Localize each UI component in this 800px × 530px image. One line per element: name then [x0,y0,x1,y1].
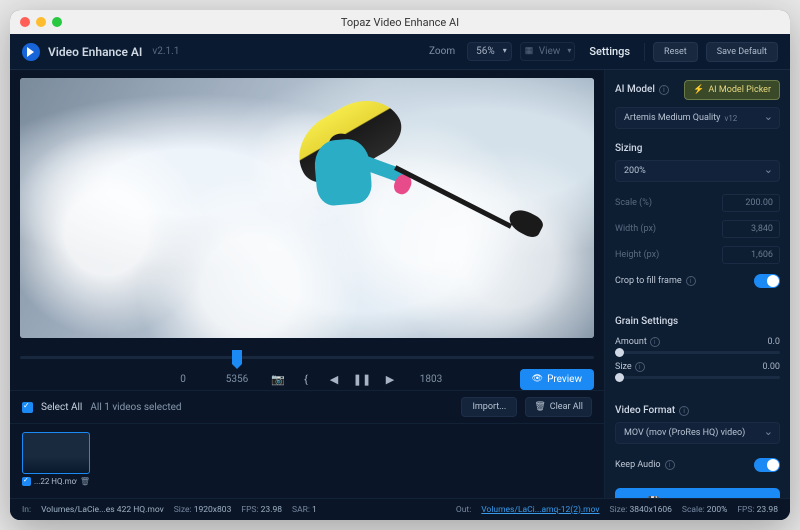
info-icon[interactable]: i [679,406,689,416]
info-icon[interactable]: i [686,276,696,286]
select-all-checkbox[interactable] [22,402,33,413]
amount-slider[interactable] [615,351,780,354]
size-slider[interactable] [615,376,780,379]
traffic-lights [20,17,62,27]
settings-panel: AI Modeli AI Model Picker Artemis Medium… [604,70,790,498]
minimize-icon[interactable] [36,17,46,27]
save-default-button[interactable]: Save Default [706,42,778,62]
app-version: v2.1.1 [152,46,179,57]
window-title: Topaz Video Enhance AI [341,16,459,29]
thumbnail-image[interactable] [22,432,90,474]
timeline[interactable] [20,348,594,368]
format-header: Video Formati [615,405,780,416]
height-input[interactable] [722,246,780,264]
selection-bar: Select All All 1 videos selected Import.… [10,390,604,424]
format-select[interactable]: MOV (mov (ProRes HQ) video) [615,422,780,444]
playback-controls: 0 5356 📷 { ◀ ❚❚ ▶ 1803 Preview [10,368,604,390]
sizing-header: Sizing [615,143,780,154]
maximize-icon[interactable] [52,17,62,27]
pause-icon[interactable]: ❚❚ [355,372,369,386]
frame-end: 1803 [411,374,451,385]
zoom-label: Zoom [429,46,455,57]
height-label: Height (px) [615,250,659,260]
scale-label: Scale (%) [615,198,652,208]
bracket-open-icon[interactable]: { [299,372,313,386]
grain-header: Grain Settings [615,316,780,327]
ai-model-picker-button[interactable]: AI Model Picker [684,80,780,100]
close-icon[interactable] [20,17,30,27]
frame-current: 5356 [217,374,257,385]
start-processing-button[interactable]: Start Processing [615,488,780,498]
info-icon[interactable]: i [665,460,675,470]
video-preview[interactable] [20,78,594,338]
ai-model-header: AI Modeli [615,84,669,95]
amount-label: Amounti [615,337,660,347]
scale-input[interactable] [722,194,780,212]
zoom-select[interactable]: 56% [467,42,512,61]
step-back-icon[interactable]: ◀ [327,372,341,386]
thumbnail-checkbox[interactable] [22,477,31,486]
select-all-label: Select All [41,402,82,413]
info-icon[interactable]: i [635,362,645,372]
ai-model-select[interactable]: Artemis Medium Quality v12 [615,107,780,129]
width-input[interactable] [722,220,780,238]
camera-icon[interactable]: 📷 [271,372,285,386]
size-value: 0.00 [762,362,780,372]
titlebar: Topaz Video Enhance AI [10,10,790,34]
thumbnail-row: ...22 HQ.mov 🗑 [10,424,604,494]
top-toolbar: Video Enhance AI v2.1.1 Zoom 56% View Se… [10,34,790,70]
left-pane: 0 5356 📷 { ◀ ❚❚ ▶ 1803 Preview Select Al… [10,70,604,498]
frame-start: 0 [163,374,203,385]
app-logo-icon [22,43,40,61]
sizing-preset-select[interactable]: 200% [615,160,780,182]
view-select[interactable]: View [520,42,576,61]
status-bar: In: Volumes/LaCie...es 422 HQ.mov Size: … [10,498,790,520]
amount-value: 0.0 [768,337,781,347]
playhead-icon[interactable] [232,350,242,364]
thumbnail-delete-icon[interactable]: 🗑 [80,477,90,486]
info-icon[interactable]: i [650,337,660,347]
main-area: 0 5356 📷 { ◀ ❚❚ ▶ 1803 Preview Select Al… [10,70,790,498]
keep-audio-toggle[interactable] [754,458,780,472]
width-label: Width (px) [615,224,656,234]
info-icon[interactable]: i [659,85,669,95]
preview-button[interactable]: Preview [520,369,594,390]
step-forward-icon[interactable]: ▶ [383,372,397,386]
crop-toggle[interactable] [754,274,780,288]
clear-all-button[interactable]: Clear All [525,397,592,417]
video-thumbnail[interactable]: ...22 HQ.mov 🗑 [22,432,90,486]
import-button[interactable]: Import... [461,397,517,417]
size-label: Sizei [615,362,645,372]
keep-audio-label: Keep Audioi [615,460,675,470]
app-window: Topaz Video Enhance AI Video Enhance AI … [10,10,790,520]
app-name: Video Enhance AI [48,45,142,59]
settings-label: Settings [589,45,630,58]
selection-count: All 1 videos selected [90,402,181,413]
crop-label: Crop to fill framei [615,276,696,286]
reset-button[interactable]: Reset [653,42,698,62]
thumbnail-filename: ...22 HQ.mov [34,477,77,486]
